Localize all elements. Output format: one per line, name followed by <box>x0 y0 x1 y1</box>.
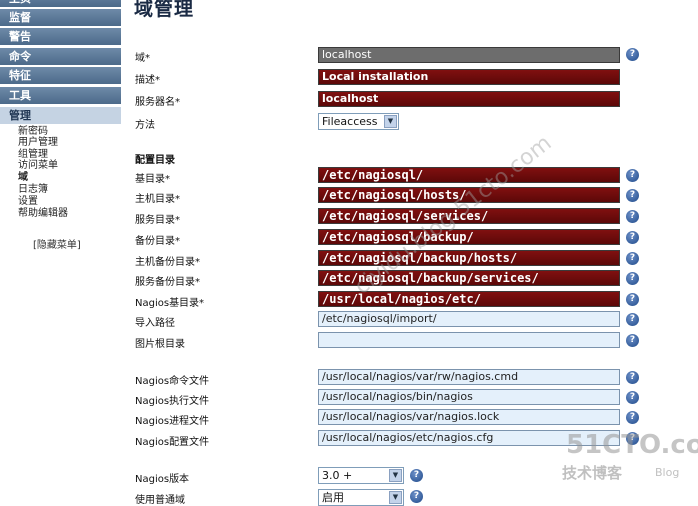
nagios-cfg-file-label: Nagios配置文件 <box>135 437 210 448</box>
section-config-dirs: 配置目录 <box>135 155 175 166</box>
sidebar-item-menu-access[interactable]: 访问菜单 <box>18 160 58 171</box>
help-icon[interactable]: ? <box>626 272 639 285</box>
help-icon[interactable]: ? <box>626 313 639 326</box>
picture-root-field[interactable] <box>318 332 620 348</box>
sidebar-item-logbook[interactable]: 日志簿 <box>18 184 48 195</box>
nav-administration[interactable]: 管理 <box>0 107 121 125</box>
base-dir-label: 基目录* <box>135 174 170 185</box>
nagios-proc-file-label: Nagios进程文件 <box>135 416 210 427</box>
help-icon[interactable]: ? <box>626 371 639 384</box>
watermark-blog: Blog <box>655 466 680 479</box>
help-icon[interactable]: ? <box>626 231 639 244</box>
chevron-down-icon: ▼ <box>389 491 402 504</box>
common-domain-select[interactable]: 启用 ▼ <box>318 489 404 506</box>
page-title: 域管理 <box>134 0 195 20</box>
hide-menu-link[interactable]: [隐藏菜单] <box>33 236 81 251</box>
common-domain-value: 启用 <box>322 491 344 504</box>
host-backup-dir-field[interactable]: /etc/nagiosql/backup/hosts/ <box>318 250 620 266</box>
nagios-proc-file-field[interactable]: /usr/local/nagios/var/nagios.lock <box>318 409 620 425</box>
nav-monitoring[interactable]: 监督 <box>0 9 121 27</box>
host-dir-label: 主机目录* <box>135 194 180 205</box>
chevron-down-icon: ▼ <box>389 469 402 482</box>
base-dir-field[interactable]: /etc/nagiosql/ <box>318 167 620 183</box>
backup-dir-label: 备份目录* <box>135 236 180 247</box>
method-select[interactable]: Fileaccess ▼ <box>318 113 399 130</box>
nav-commands[interactable]: 命令 <box>0 48 121 66</box>
nagios-version-value: 3.0 + <box>322 469 353 482</box>
sidebar-item-group-admin[interactable]: 组管理 <box>18 149 48 160</box>
method-label: 方法 <box>135 120 155 131</box>
help-icon[interactable]: ? <box>626 391 639 404</box>
sidebar-item-new-password[interactable]: 新密码 <box>18 126 48 137</box>
help-icon[interactable]: ? <box>626 189 639 202</box>
import-path-field[interactable]: /etc/nagiosql/import/ <box>318 311 620 327</box>
method-select-value: Fileaccess <box>322 115 378 128</box>
help-icon[interactable]: ? <box>626 334 639 347</box>
nagios-exec-file-label: Nagios执行文件 <box>135 396 210 407</box>
service-backup-dir-label: 服务备份目录* <box>135 277 200 288</box>
help-icon[interactable]: ? <box>626 252 639 265</box>
description-label: 描述* <box>135 75 160 86</box>
description-field[interactable]: Local installation <box>318 69 620 85</box>
service-dir-label: 服务目录* <box>135 215 180 226</box>
domain-field[interactable]: localhost <box>318 47 620 63</box>
help-icon[interactable]: ? <box>626 48 639 61</box>
help-icon[interactable]: ? <box>626 169 639 182</box>
sidebar-item-user-admin[interactable]: 用户管理 <box>18 137 58 148</box>
help-icon[interactable]: ? <box>626 411 639 424</box>
nagios-version-select[interactable]: 3.0 + ▼ <box>318 467 404 484</box>
sidebar-item-help-editor[interactable]: 帮助编辑器 <box>18 208 68 219</box>
server-name-label: 服务器名* <box>135 97 180 108</box>
nav-alarming[interactable]: 警告 <box>0 28 121 46</box>
nagios-exec-file-field[interactable]: /usr/local/nagios/bin/nagios <box>318 389 620 405</box>
nagios-cmd-file-label: Nagios命令文件 <box>135 376 210 387</box>
host-backup-dir-label: 主机备份目录* <box>135 257 200 268</box>
watermark-logo: 51CTO.com <box>566 430 698 460</box>
chevron-down-icon: ▼ <box>384 115 397 128</box>
domain-label: 域* <box>135 53 150 64</box>
import-path-label: 导入路径 <box>135 318 175 329</box>
help-icon[interactable]: ? <box>626 293 639 306</box>
sidebar-item-domain[interactable]: 域 <box>18 172 28 183</box>
help-icon[interactable]: ? <box>626 210 639 223</box>
help-icon[interactable]: ? <box>410 490 423 503</box>
nagios-base-dir-label: Nagios基目录* <box>135 298 205 309</box>
nav-tools[interactable]: 工具 <box>0 87 121 105</box>
nagios-cmd-file-field[interactable]: /usr/local/nagios/var/rw/nagios.cmd <box>318 369 620 385</box>
help-icon[interactable]: ? <box>410 469 423 482</box>
watermark-subtitle: 技术博客 <box>562 464 623 482</box>
nav-home[interactable]: 主页 <box>0 0 121 8</box>
sidebar: 主页 监督 警告 命令 特征 工具 管理 新密码 用户管理 组管理 访问菜单 域… <box>0 0 121 499</box>
sidebar-item-settings[interactable]: 设置 <box>18 196 38 207</box>
backup-dir-field[interactable]: /etc/nagiosql/backup/ <box>318 229 620 245</box>
nagios-version-label: Nagios版本 <box>135 474 190 485</box>
nav-specialties[interactable]: 特征 <box>0 67 121 85</box>
server-name-field[interactable]: localhost <box>318 91 620 107</box>
picture-root-label: 图片根目录 <box>135 339 185 350</box>
